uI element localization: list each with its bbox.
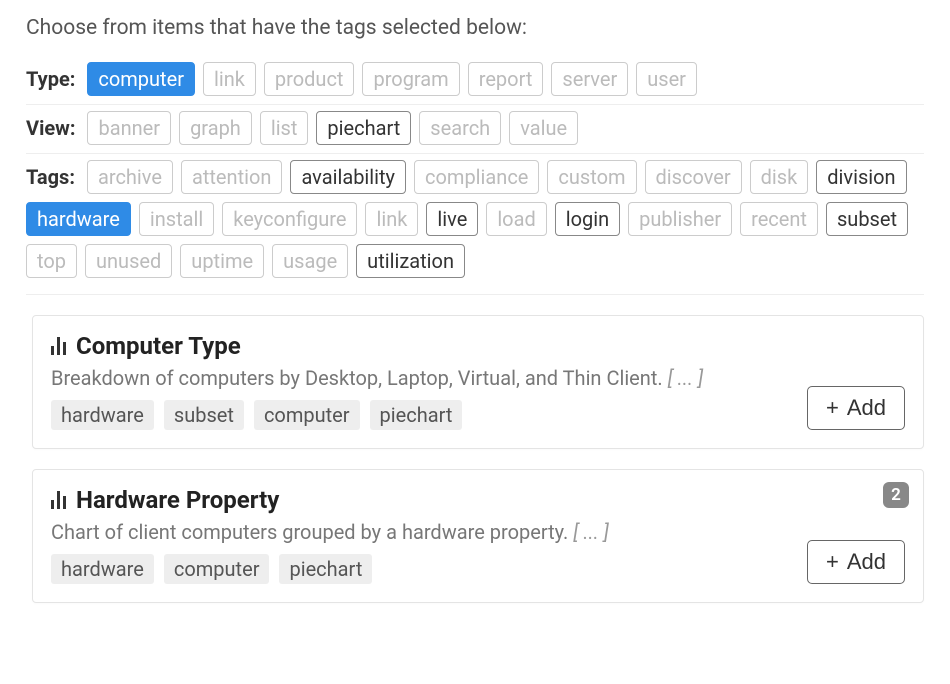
tags-tag-hardware[interactable]: hardware <box>26 202 131 236</box>
tags-tag-usage[interactable]: usage <box>272 244 348 278</box>
card-tag[interactable]: hardware <box>51 400 154 430</box>
tags-tag-disk[interactable]: disk <box>750 160 809 194</box>
type-tag-server[interactable]: server <box>551 62 628 96</box>
tags-tag-recent[interactable]: recent <box>740 202 818 236</box>
type-tag-report[interactable]: report <box>468 62 544 96</box>
tags-tag-division[interactable]: division <box>816 160 906 194</box>
card-count-badge: 2 <box>883 482 909 508</box>
tags-tag-uptime[interactable]: uptime <box>180 244 264 278</box>
card-title: Computer Type <box>76 332 241 360</box>
add-button-label: Add <box>847 549 886 575</box>
tags-tag-install[interactable]: install <box>139 202 214 236</box>
plus-icon: + <box>826 397 839 419</box>
filter-type-label: Type: <box>26 62 75 96</box>
tags-tag-publisher[interactable]: publisher <box>628 202 732 236</box>
type-tag-product[interactable]: product <box>264 62 355 96</box>
card-tag[interactable]: computer <box>164 554 270 584</box>
tags-tag-availability[interactable]: availability <box>290 160 406 194</box>
card-tag[interactable]: piechart <box>370 400 463 430</box>
tags-tag-load[interactable]: load <box>486 202 546 236</box>
result-card: Hardware Property Chart of client compute… <box>32 469 924 603</box>
tags-tag-unused[interactable]: unused <box>85 244 172 278</box>
card-title: Hardware Property <box>76 486 279 514</box>
view-tag-banner[interactable]: banner <box>87 111 171 145</box>
tags-tag-link[interactable]: link <box>365 202 418 236</box>
view-tag-graph[interactable]: graph <box>179 111 252 145</box>
tags-tag-discover[interactable]: discover <box>645 160 742 194</box>
tags-tag-live[interactable]: live <box>426 202 478 236</box>
card-more-link[interactable]: [ ... ] <box>668 366 703 390</box>
result-card: Computer Type Breakdown of computers by D… <box>32 315 924 449</box>
filter-tags-row: Tags: archiveattentionavailabilitycompli… <box>26 154 924 295</box>
bar-chart-icon <box>51 337 66 355</box>
type-tag-user[interactable]: user <box>636 62 697 96</box>
card-header: Computer Type <box>51 332 905 360</box>
card-tag[interactable]: piechart <box>279 554 372 584</box>
add-button-label: Add <box>847 395 886 421</box>
card-tags-row: hardware subset computer piechart <box>51 400 905 430</box>
view-tag-value[interactable]: value <box>509 111 578 145</box>
card-more-link[interactable]: [ ... ] <box>573 520 608 544</box>
tags-tag-archive[interactable]: archive <box>87 160 173 194</box>
filter-view-row: View: bannergraphlistpiechartsearchvalue <box>26 105 924 154</box>
add-button[interactable]: + Add <box>807 386 905 430</box>
filter-view-label: View: <box>26 111 75 145</box>
card-header: Hardware Property <box>51 486 905 514</box>
filter-tags-label: Tags: <box>26 160 75 194</box>
type-tag-link[interactable]: link <box>203 62 256 96</box>
instruction-text: Choose from items that have the tags sel… <box>26 16 924 40</box>
card-tags-row: hardware computer piechart <box>51 554 905 584</box>
view-tag-piechart[interactable]: piechart <box>316 111 411 145</box>
bar-chart-icon <box>51 491 66 509</box>
add-button[interactable]: + Add <box>807 540 905 584</box>
type-tag-computer[interactable]: computer <box>87 62 195 96</box>
view-tag-list[interactable]: list <box>260 111 309 145</box>
tags-tag-login[interactable]: login <box>555 202 620 236</box>
card-tag[interactable]: hardware <box>51 554 154 584</box>
tags-tag-compliance[interactable]: compliance <box>414 160 539 194</box>
view-tag-search[interactable]: search <box>419 111 501 145</box>
card-description: Chart of client computers grouped by a h… <box>51 520 905 544</box>
card-tag[interactable]: computer <box>254 400 360 430</box>
plus-icon: + <box>826 551 839 573</box>
card-description: Breakdown of computers by Desktop, Lapto… <box>51 366 905 390</box>
tags-tag-subset[interactable]: subset <box>826 202 908 236</box>
tags-tag-utilization[interactable]: utilization <box>356 244 465 278</box>
tags-tag-keyconfigure[interactable]: keyconfigure <box>222 202 357 236</box>
type-tag-program[interactable]: program <box>362 62 459 96</box>
filter-type-row: Type: computerlinkproductprogram reportse… <box>26 56 924 105</box>
card-tag[interactable]: subset <box>164 400 244 430</box>
tags-tag-custom[interactable]: custom <box>547 160 636 194</box>
tags-tag-top[interactable]: top <box>26 244 77 278</box>
tags-tag-attention[interactable]: attention <box>181 160 282 194</box>
